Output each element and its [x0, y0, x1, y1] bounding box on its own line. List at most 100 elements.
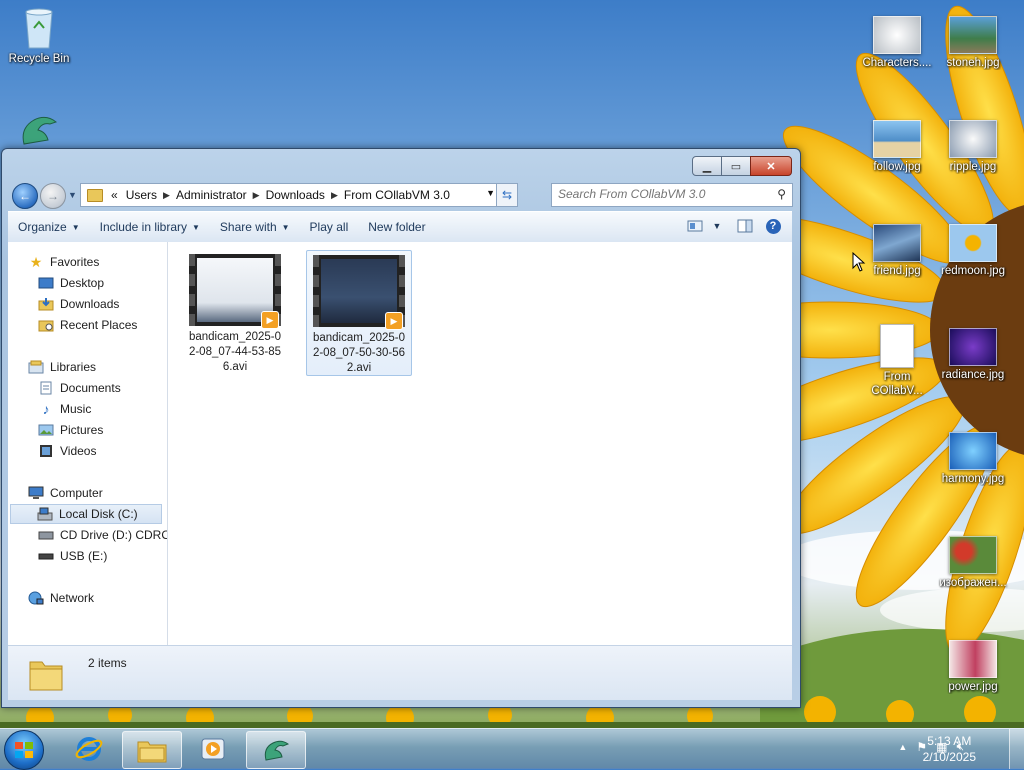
desktop-icon-power[interactable]: power.jpg: [936, 640, 1010, 694]
view-options-dropdown[interactable]: ▼: [706, 216, 728, 236]
file-icon: [880, 324, 914, 368]
recent-places-icon: [38, 318, 54, 332]
downloads-icon: [38, 297, 54, 311]
desktop-icon-from-collabvm[interactable]: From COllabV...: [860, 324, 934, 398]
image-thumbnail-icon: [949, 328, 997, 366]
nav-libraries[interactable]: Libraries: [28, 357, 96, 377]
nav-usb[interactable]: USB (E:): [38, 546, 107, 566]
include-in-library-button[interactable]: Include in library ▼: [90, 212, 210, 242]
file-item[interactable]: ▶ bandicam_2025-02-08_07-44-53-856.avi: [183, 250, 287, 374]
explorer-window: ▁ ▭ ✕ ← → ▼ « Users ▶ Administrator ▶ Do…: [1, 148, 801, 708]
maximize-button[interactable]: ▭: [721, 156, 751, 176]
nav-pictures[interactable]: Pictures: [38, 420, 103, 440]
breadcrumb-users[interactable]: Users: [126, 188, 157, 202]
file-list: ▶ bandicam_2025-02-08_07-44-53-856.avi ▶…: [168, 242, 792, 645]
share-with-button[interactable]: Share with ▼: [210, 212, 300, 242]
help-button[interactable]: ?: [762, 216, 784, 236]
desktop-icon-redmoon[interactable]: redmoon.jpg: [936, 224, 1010, 278]
breadcrumb-downloads[interactable]: Downloads: [266, 188, 325, 202]
nav-computer[interactable]: Computer: [28, 483, 103, 503]
address-dropdown-icon[interactable]: ▼: [486, 188, 495, 198]
nav-cd-drive[interactable]: CD Drive (D:) CDROM: [38, 525, 167, 545]
show-desktop-button[interactable]: [1009, 729, 1024, 769]
nav-downloads[interactable]: Downloads: [38, 294, 119, 314]
window-body: ★ Favorites Desktop Downloads Recent Plac…: [8, 242, 792, 645]
chevron-right-icon[interactable]: ▶: [163, 190, 170, 201]
start-button[interactable]: [4, 730, 44, 770]
play-badge-icon: ▶: [261, 311, 279, 329]
help-icon: ?: [765, 218, 781, 234]
desktop-icon-image-ru[interactable]: изображен...: [936, 536, 1010, 590]
refresh-button[interactable]: ⇆: [496, 184, 517, 206]
back-button[interactable]: ←: [12, 183, 38, 209]
taskbar-internet-explorer[interactable]: [60, 731, 118, 767]
search-icon[interactable]: ⚲: [777, 187, 786, 201]
desktop-icon-follow[interactable]: follow.jpg: [860, 120, 934, 174]
view-controls: ▼ ?: [678, 216, 784, 236]
organize-button[interactable]: Organize ▼: [8, 212, 90, 242]
file-name: bandicam_2025-02-08_07-44-53-856.avi: [188, 331, 282, 373]
cd-drive-icon: [38, 528, 54, 542]
details-pane: 2 items: [8, 645, 792, 700]
chevron-right-icon[interactable]: ▶: [331, 190, 338, 201]
breadcrumb-current-folder[interactable]: From COllabVM 3.0: [344, 188, 450, 202]
close-button[interactable]: ✕: [750, 156, 792, 176]
play-all-button[interactable]: Play all: [300, 212, 359, 242]
taskbar-media-player[interactable]: [184, 731, 242, 767]
star-icon: ★: [29, 253, 43, 270]
nav-videos[interactable]: Videos: [38, 441, 96, 461]
nav-local-disk[interactable]: Local Disk (C:): [10, 504, 162, 524]
image-thumbnail-icon: [873, 120, 921, 158]
desktop-icon-characters[interactable]: Characters....: [860, 16, 934, 70]
desktop-icon-friend[interactable]: friend.jpg: [860, 224, 934, 278]
address-bar[interactable]: « Users ▶ Administrator ▶ Downloads ▶ Fr…: [80, 183, 518, 207]
file-item-selected[interactable]: ▶ bandicam_2025-02-08_07-50-30-562.avi: [306, 250, 412, 376]
minimize-icon: ▁: [702, 160, 712, 173]
recent-pages-dropdown[interactable]: ▼: [68, 190, 77, 200]
show-hidden-icons-button[interactable]: ▲: [898, 742, 907, 752]
image-thumbnail-icon: [949, 16, 997, 54]
desktop-icon-ripple[interactable]: ripple.jpg: [936, 120, 1010, 174]
nav-desktop[interactable]: Desktop: [38, 273, 104, 293]
desktop-icon-label: Recycle Bin: [8, 53, 70, 65]
chevron-right-icon[interactable]: ▶: [253, 190, 260, 201]
nav-network[interactable]: Network: [28, 588, 94, 608]
search-input[interactable]: [552, 184, 774, 204]
preview-pane-button[interactable]: [734, 216, 756, 236]
change-view-button[interactable]: [684, 216, 706, 236]
new-folder-button[interactable]: New folder: [358, 212, 435, 242]
desktop-icon-harmony[interactable]: harmony.jpg: [936, 432, 1010, 486]
taskbar-collabvm[interactable]: [246, 731, 306, 769]
nav-documents[interactable]: Documents: [38, 378, 121, 398]
navigation-pane: ★ Favorites Desktop Downloads Recent Plac…: [8, 242, 168, 645]
nav-music[interactable]: ♪ Music: [38, 399, 92, 419]
taskbar-windows-explorer[interactable]: [122, 731, 182, 769]
desktop-icon-recycle-bin[interactable]: Recycle Bin: [2, 6, 76, 66]
caption-buttons: ▁ ▭ ✕: [692, 156, 792, 176]
image-thumbnail-icon: [873, 224, 921, 262]
network-icon: [28, 591, 44, 605]
computer-icon: [28, 486, 44, 500]
view-icon: [687, 220, 703, 232]
preview-pane-icon: [737, 219, 753, 233]
media-player-icon: [201, 738, 225, 760]
nav-favorites[interactable]: ★ Favorites: [28, 252, 100, 272]
pictures-icon: [38, 423, 54, 437]
desktop-icon-collabvm[interactable]: [2, 110, 76, 150]
image-thumbnail-icon: [949, 536, 997, 574]
image-thumbnail-icon: [949, 432, 997, 470]
address-overflow[interactable]: «: [111, 188, 118, 202]
search-box[interactable]: ⚲: [551, 183, 793, 207]
nav-recent-places[interactable]: Recent Places: [38, 315, 137, 335]
minimize-button[interactable]: ▁: [692, 156, 722, 176]
item-count: 2 items: [88, 656, 127, 670]
desktop-icon-radiance[interactable]: radiance.jpg: [936, 328, 1010, 382]
desktop-icon-stoneh[interactable]: stoneh.jpg: [936, 16, 1010, 70]
clock[interactable]: 5:13 AM 2/10/2025: [923, 733, 976, 765]
command-bar: Organize ▼ Include in library ▼ Share with…: [8, 211, 792, 243]
image-thumbnail-icon: [949, 120, 997, 158]
music-icon: ♪: [42, 401, 50, 417]
arrow-left-icon: ←: [19, 189, 31, 203]
breadcrumb-administrator[interactable]: Administrator: [176, 188, 247, 202]
forward-button[interactable]: →: [40, 183, 66, 209]
